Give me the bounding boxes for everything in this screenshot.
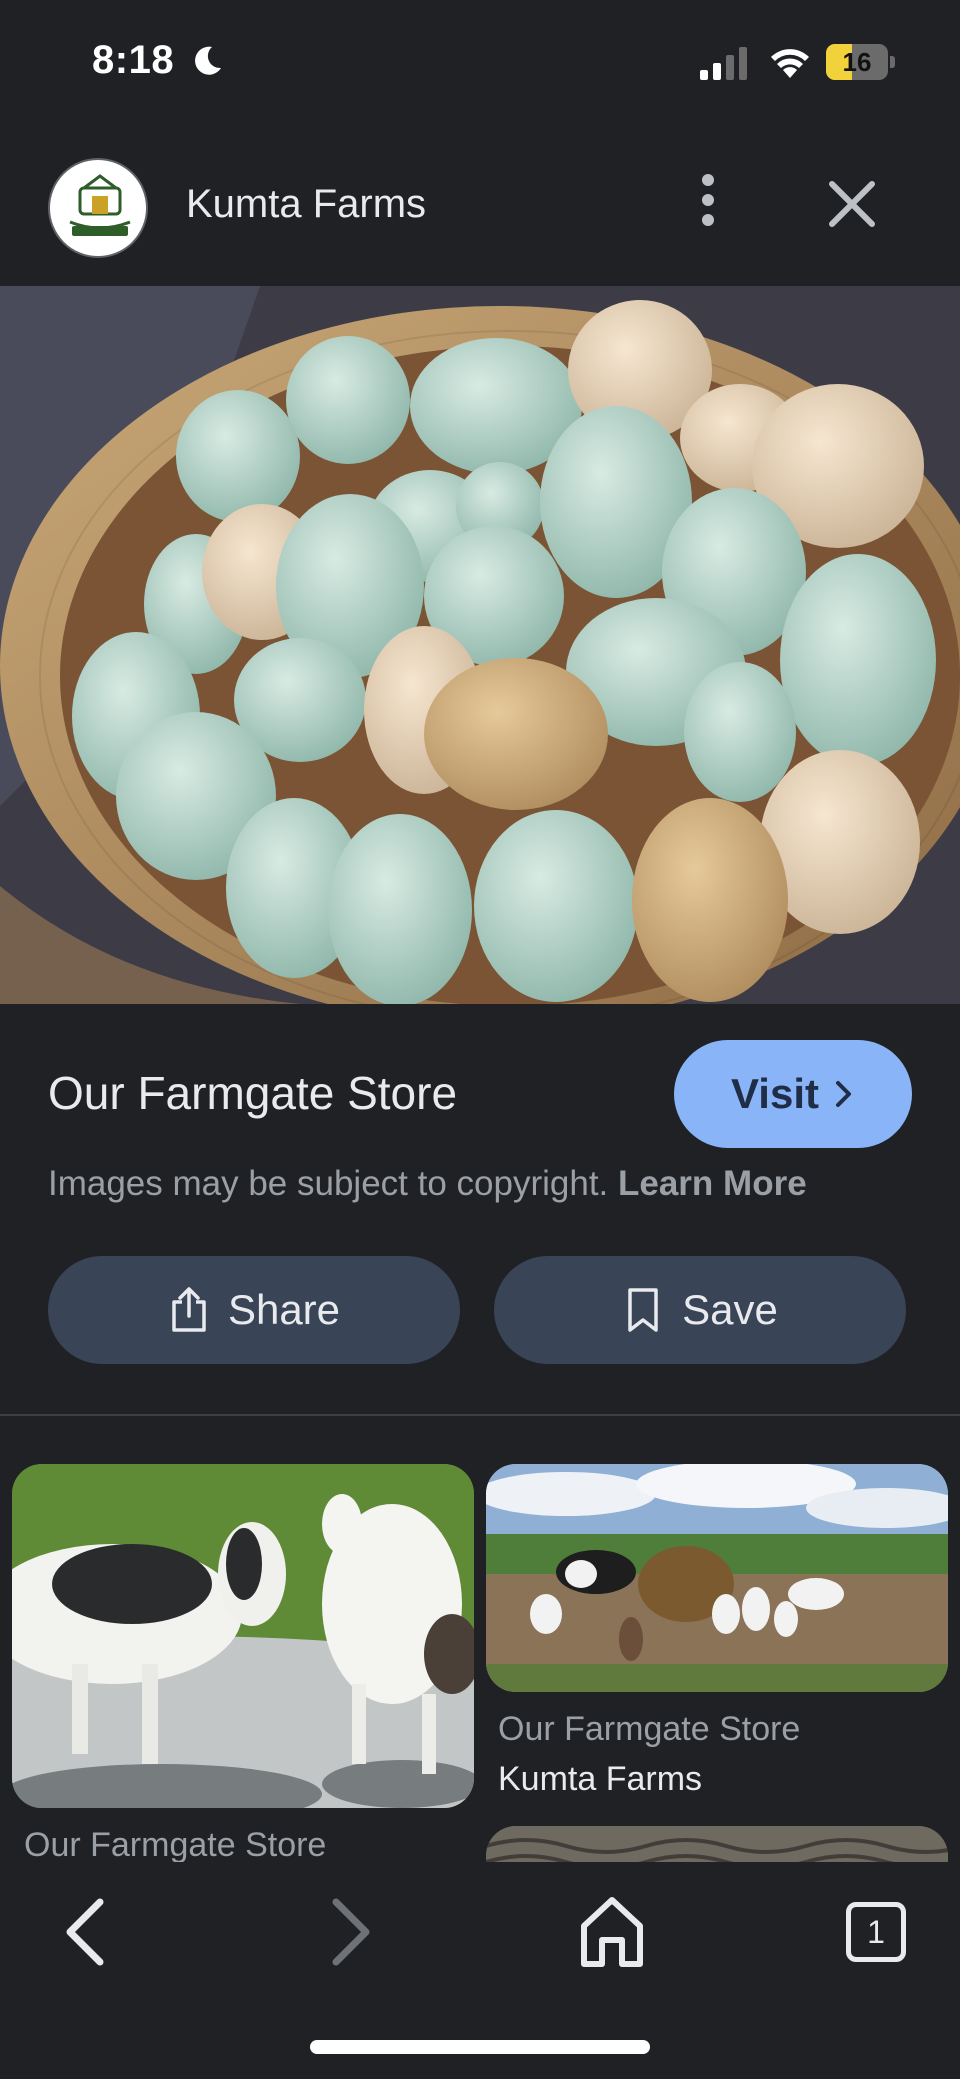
bookmark-icon [628, 1288, 658, 1332]
status-bar: 8:18 16 [0, 0, 960, 120]
kumta-farms-logo [69, 174, 131, 236]
site-name[interactable]: Kumta Farms [186, 182, 426, 227]
hero-image[interactable] [0, 286, 960, 1004]
forward-icon[interactable] [308, 1892, 388, 1972]
copyright-notice: Images may be subject to copyright. Lear… [48, 1164, 807, 1204]
eggs-basket-image [0, 286, 960, 1004]
tab-count: 1 [846, 1902, 906, 1962]
farm-animals-image [486, 1464, 948, 1692]
visit-button[interactable]: Visit [674, 1040, 912, 1148]
tabs-icon[interactable]: 1 [836, 1892, 916, 1972]
share-label: Share [227, 1286, 341, 1333]
related-source-2[interactable]: Kumta Farms [498, 1760, 702, 1799]
chevron-right-icon [835, 1081, 851, 1107]
related-image-farm[interactable] [486, 1464, 948, 1692]
visit-label: Visit [731, 1070, 819, 1117]
image-title[interactable]: Our Farmgate Store [48, 1066, 457, 1120]
related-caption-1[interactable]: Our Farmgate Store [24, 1826, 326, 1865]
more-vert-icon[interactable] [690, 170, 726, 230]
signal-icon [700, 47, 747, 80]
status-time: 8:18 [92, 38, 175, 82]
wifi-icon [771, 49, 809, 78]
home-indicator[interactable] [310, 2040, 650, 2054]
related-caption-2[interactable]: Our Farmgate Store [498, 1710, 800, 1749]
copyright-text: Images may be subject to copyright. [48, 1164, 618, 1203]
divider [0, 1414, 960, 1416]
share-icon [172, 1287, 206, 1332]
moon-icon [195, 46, 221, 75]
bottom-toolbar: 1 [0, 1862, 960, 2079]
battery-icon: 16 [826, 44, 896, 80]
battery-level: 16 [842, 47, 872, 77]
share-button[interactable]: Share [48, 1256, 460, 1364]
viewer-header: Kumta Farms [0, 120, 960, 286]
site-favicon[interactable] [48, 158, 148, 258]
back-icon[interactable] [48, 1892, 128, 1972]
save-label: Save [682, 1286, 778, 1333]
related-image-goats[interactable] [12, 1464, 474, 1808]
close-icon[interactable] [822, 174, 882, 234]
goats-image [12, 1464, 474, 1808]
save-button[interactable]: Save [494, 1256, 906, 1364]
learn-more-link[interactable]: Learn More [618, 1164, 807, 1203]
home-icon[interactable] [572, 1892, 652, 1972]
